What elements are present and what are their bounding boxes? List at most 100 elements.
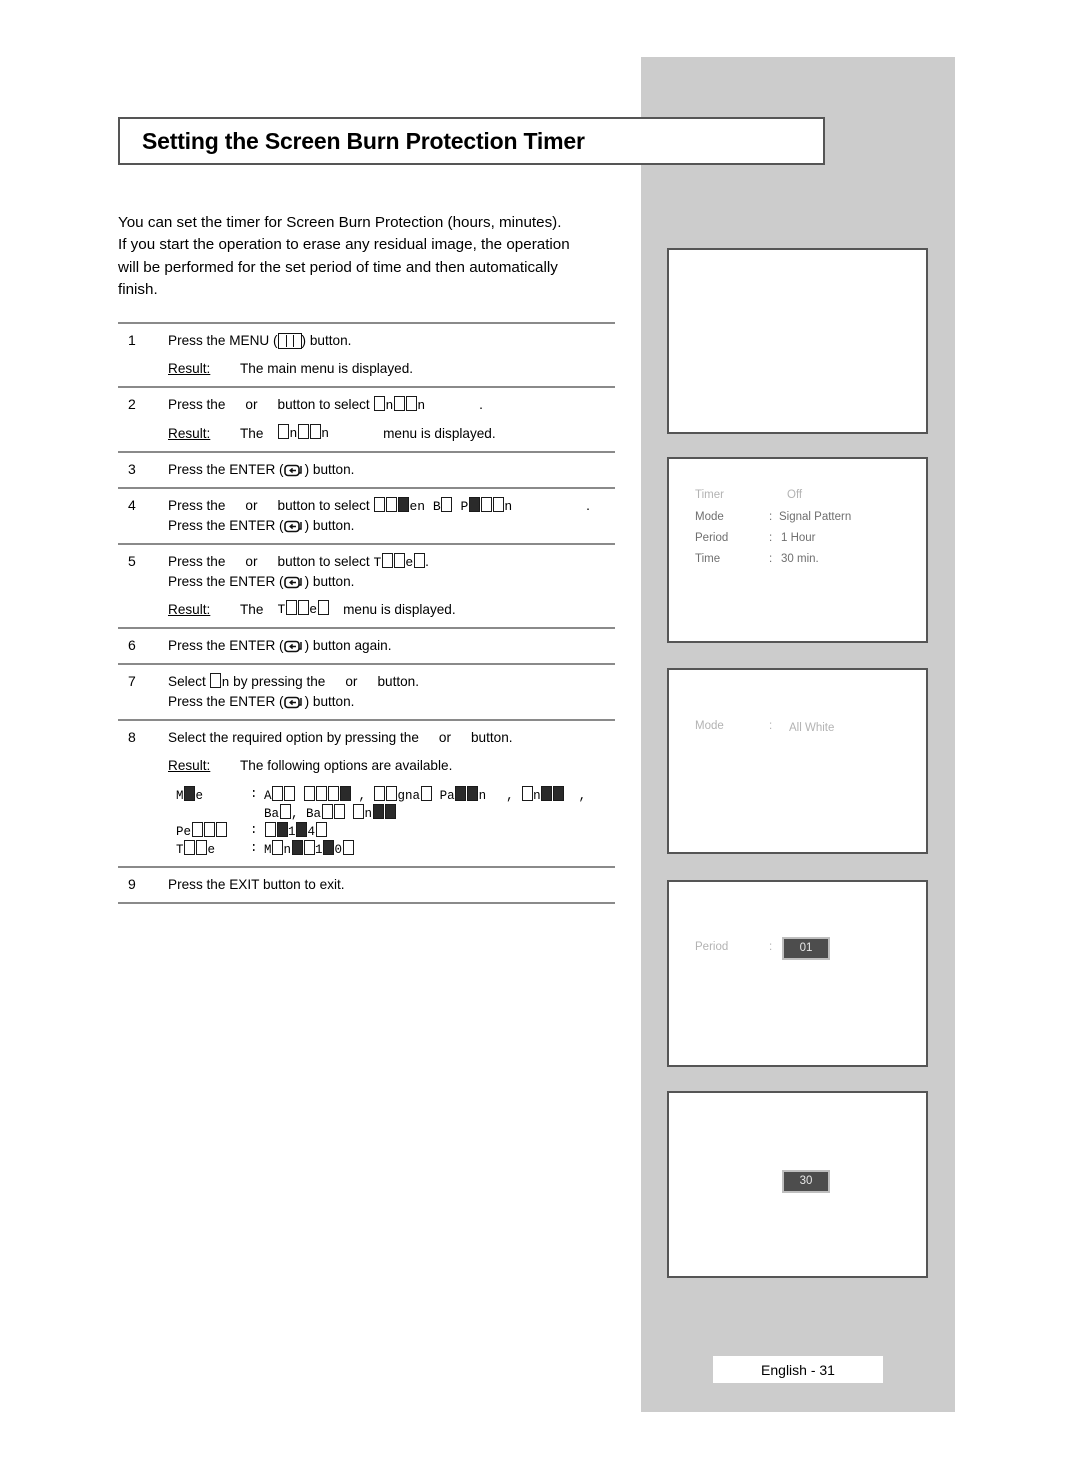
- enter-icon: [283, 576, 302, 589]
- step-5-pre: Press the: [168, 554, 226, 569]
- step-number: 5: [128, 553, 136, 569]
- step-8-or: or: [438, 730, 451, 745]
- step-5: 5 Press the or button to select Te. Press …: [118, 545, 615, 627]
- step-3-instruction: Press the ENTER ( ) button.: [168, 460, 615, 479]
- step-number: 3: [128, 461, 136, 477]
- step-5-post: button to select: [277, 554, 370, 569]
- option-value-mode-line2: Ba, Ba n: [264, 804, 396, 822]
- step-3: 3 Press the ENTER ( ) button.: [118, 453, 615, 487]
- step-4-instruction-b: Press the ENTER ( ) button.: [168, 516, 615, 535]
- result-pre: The: [240, 602, 264, 617]
- step-number: 4: [128, 497, 136, 513]
- step-2-or: or: [245, 397, 258, 412]
- step-1-text-post: ) button.: [301, 333, 352, 348]
- step-8-result: Result: The following options are availa…: [168, 756, 615, 775]
- step-3-post: ) button.: [304, 462, 355, 477]
- enter-icon: [283, 464, 302, 477]
- osd-label-time: Time: [695, 553, 721, 565]
- step-1-text-pre: Press the MENU (: [168, 333, 278, 348]
- step-7-post-a: by pressing the: [233, 674, 326, 689]
- option-row-time: Te : Mn10: [176, 840, 615, 858]
- step-number: 6: [128, 637, 136, 653]
- osd-value-timer: Off: [787, 489, 803, 501]
- step-8-post: button.: [470, 730, 513, 745]
- result-label: Result:: [168, 758, 211, 773]
- step-5-instruction-b: Press the ENTER ( ) button.: [168, 572, 615, 591]
- result-target-timer: Te: [277, 600, 329, 619]
- step-4-instruction: Press the or button to select en B Pn.: [168, 496, 615, 516]
- step-8: 8 Select the required option by pressing…: [118, 721, 615, 866]
- page-footer: English - 31: [713, 1356, 883, 1383]
- steps-list: 1 Press the MENU ( ) button. Result: The …: [118, 322, 615, 904]
- step-5-target-timer: Te: [374, 553, 426, 570]
- option-row-mode-cont: Ba, Ba n: [176, 804, 615, 822]
- step-number: 2: [128, 396, 136, 412]
- option-colon: :: [250, 841, 258, 855]
- result-value: The following options are available.: [240, 758, 453, 773]
- option-row-mode: Me : A , gna Pa n, n,: [176, 786, 615, 804]
- step-5-instruction: Press the or button to select Te.: [168, 552, 615, 572]
- step-7-pre: Select: [168, 674, 206, 689]
- step-2-target-function: nn: [374, 396, 425, 413]
- page-title-box: Setting the Screen Burn Protection Timer: [118, 117, 825, 165]
- step-7-instruction: Select n by pressing the or button.: [168, 672, 615, 692]
- option-key-period: Pe: [176, 822, 250, 840]
- step-number: 1: [128, 332, 136, 348]
- osd-panel-mode-select: Mode : All White: [667, 668, 928, 854]
- step-7-post-b: button.: [377, 674, 420, 689]
- osd-label-timer: Timer: [695, 489, 724, 501]
- options-list: Me : A , gna Pa n, n, Ba, Ba n Pe : 14 Te…: [168, 786, 615, 858]
- osd-highlight-period-value[interactable]: 01: [782, 937, 830, 960]
- result-post: menu is displayed.: [343, 602, 456, 617]
- osd-colon-time: :: [769, 553, 773, 565]
- step-3-pre: Press the ENTER (: [168, 462, 284, 477]
- step-5-enter-pre: Press the ENTER (: [168, 574, 284, 589]
- result-value: The main menu is displayed.: [240, 361, 414, 376]
- step-5-enter-post: ) button.: [304, 574, 355, 589]
- step-1: 1 Press the MENU () button. Result: The …: [118, 324, 615, 386]
- step-9: 9 Press the EXIT button to exit.: [118, 868, 615, 902]
- step-5-tail: .: [425, 554, 429, 569]
- step-6-pre: Press the ENTER (: [168, 638, 284, 653]
- result-post: menu is displayed.: [383, 426, 496, 441]
- osd-colon-mode: :: [769, 720, 773, 732]
- osd-value-mode: All White: [789, 722, 835, 734]
- result-label: Result:: [168, 602, 211, 617]
- osd-label-mode: Mode: [695, 511, 724, 523]
- enter-icon: [283, 696, 302, 709]
- osd-value-period: 1 Hour: [781, 532, 816, 544]
- step-4-target-screen-burn-protection: en B Pn: [374, 497, 512, 514]
- step-4-or: or: [245, 498, 258, 513]
- step-number: 8: [128, 729, 136, 745]
- step-number: 9: [128, 876, 136, 892]
- option-row-period: Pe : 14: [176, 822, 615, 840]
- osd-label-mode: Mode: [695, 720, 724, 732]
- option-value-time: Mn10: [264, 840, 354, 858]
- step-number: 7: [128, 673, 136, 689]
- step-6-instruction: Press the ENTER ( ) button again.: [168, 636, 615, 655]
- result-label: Result:: [168, 426, 211, 441]
- osd-highlight-time-value[interactable]: 30: [782, 1170, 830, 1193]
- osd-colon-period: :: [769, 941, 773, 953]
- osd-colon-period: :: [769, 532, 773, 544]
- option-key-mode: Me: [176, 786, 250, 804]
- intro-line-2: If you start the operation to erase any …: [118, 236, 570, 254]
- option-value-period: 14: [264, 822, 327, 840]
- step-5-or: or: [245, 554, 258, 569]
- step-4-enter-post: ) button.: [304, 518, 355, 533]
- osd-panel-timer-menu: Timer Off Mode : Signal Pattern Period :…: [667, 457, 928, 643]
- option-key-spacer: [176, 804, 250, 822]
- step-6-post: ) button again.: [304, 638, 392, 653]
- step-7-enter-pre: Press the ENTER (: [168, 694, 284, 709]
- option-colon: :: [250, 787, 258, 801]
- osd-label-period: Period: [695, 941, 729, 953]
- step-2-post: button to select: [277, 397, 370, 412]
- step-4-tail: .: [586, 498, 590, 513]
- enter-icon: [283, 640, 302, 653]
- step-2-pre: Press the: [168, 397, 226, 412]
- osd-colon-mode: :: [769, 511, 773, 523]
- step-4-enter-pre: Press the ENTER (: [168, 518, 284, 533]
- step-7-enter-post: ) button.: [304, 694, 355, 709]
- step-5-result: Result: The Te menu is displayed.: [168, 600, 615, 619]
- step-8-pre: Select the required option by pressing t…: [168, 730, 419, 745]
